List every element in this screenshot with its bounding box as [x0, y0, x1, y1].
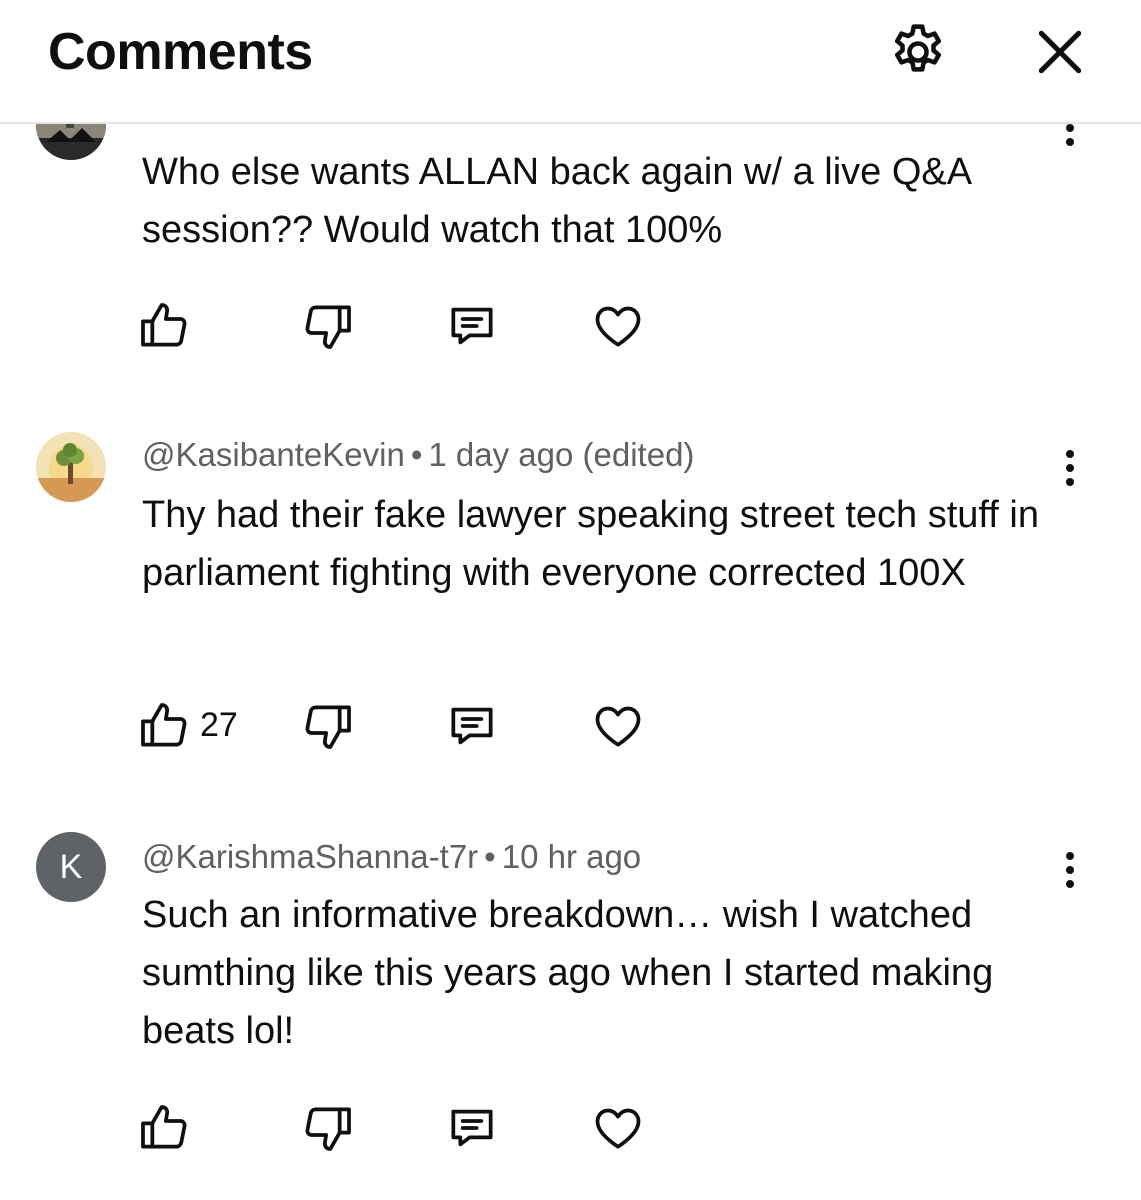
reply-icon[interactable] [444, 698, 500, 754]
heart-icon[interactable] [590, 298, 646, 354]
comment-author[interactable]: @KarishmaShanna-t7r [142, 838, 478, 875]
comment-actions [0, 298, 1141, 358]
like-count: 27 [200, 706, 238, 744]
comment-meta: @KasibanteKevin • 1 day ago (edited) [142, 436, 694, 474]
dislike-icon[interactable] [300, 698, 356, 754]
separator-dot: • [410, 436, 423, 473]
reply-icon[interactable] [444, 298, 500, 354]
like-icon[interactable] [136, 1100, 192, 1156]
reply-icon[interactable] [444, 1100, 500, 1156]
comment-author[interactable]: @KasibanteKevin [142, 436, 405, 473]
comment-time: 1 day ago (edited) [428, 436, 695, 473]
dislike-icon[interactable] [300, 1100, 356, 1156]
comment-meta: @KarishmaShanna-t7r • 10 hr ago [142, 838, 641, 876]
gear-icon[interactable] [886, 20, 950, 84]
separator-dot: • [484, 838, 496, 875]
comment-actions [0, 1100, 1141, 1160]
like-icon[interactable] [136, 698, 192, 754]
close-icon[interactable] [1028, 20, 1092, 84]
comment-text: Who else wants ALLAN back again w/ a liv… [142, 151, 970, 251]
comment-time: 10 hr ago [501, 838, 642, 875]
comment-actions: 27 [0, 698, 1141, 758]
page-title: Comments [48, 23, 313, 81]
dislike-icon[interactable] [300, 298, 356, 354]
avatar[interactable] [36, 432, 106, 502]
heart-icon[interactable] [590, 1100, 646, 1156]
comment-text: Such an informative breakdown… wish I wa… [142, 894, 994, 1052]
comments-header: Comments [0, 0, 1141, 124]
heart-icon[interactable] [590, 698, 646, 754]
avatar[interactable]: K [36, 832, 106, 902]
comment-text: Thy had their fake lawyer speaking stree… [142, 494, 1039, 594]
like-icon[interactable] [136, 298, 192, 354]
